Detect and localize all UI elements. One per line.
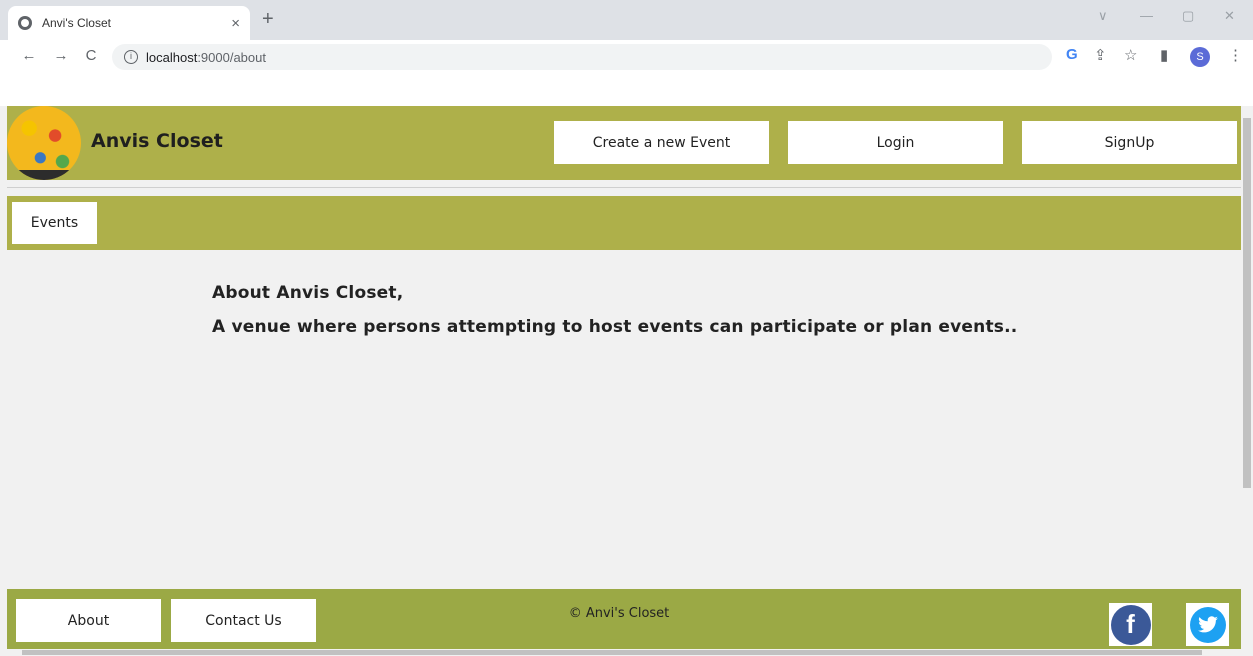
twitter-link[interactable]	[1186, 603, 1229, 646]
browser-tab[interactable]: Anvi's Closet ×	[8, 6, 250, 40]
brand-title[interactable]: Anvis Closet	[91, 130, 223, 152]
twitter-icon	[1189, 606, 1226, 643]
info-icon[interactable]: i	[124, 50, 138, 64]
horizontal-scrollbar[interactable]	[0, 649, 1253, 656]
about-content: About Anvis Closet, A venue where person…	[212, 283, 1212, 337]
vertical-scrollbar[interactable]	[1241, 106, 1253, 650]
facebook-icon: f	[1110, 604, 1151, 645]
back-icon[interactable]: ←	[18, 47, 40, 64]
signup-button[interactable]: SignUp	[1022, 121, 1237, 164]
sub-navigation: Events	[7, 196, 1241, 250]
new-tab-icon[interactable]: +	[262, 8, 274, 31]
url-path: :9000/about	[197, 49, 266, 65]
page-top-gap	[0, 74, 1253, 106]
copyright-text: © Anvi's Closet	[568, 606, 670, 621]
tab-title: Anvi's Closet	[42, 16, 111, 30]
horizontal-scroll-thumb[interactable]	[22, 650, 1202, 655]
about-heading: About Anvis Closet,	[212, 283, 404, 303]
site-footer: About Contact Us © Anvi's Closet f	[7, 589, 1241, 649]
bookmark-star-icon[interactable]: ☆	[1124, 46, 1137, 64]
minimize-icon[interactable]: —	[1140, 8, 1153, 23]
google-icon[interactable]: G	[1066, 46, 1078, 63]
address-bar[interactable]: i localhost:9000/about	[112, 44, 1052, 70]
twitter-bird-icon	[1197, 615, 1218, 632]
events-button[interactable]: Events	[12, 202, 97, 244]
vertical-scroll-thumb[interactable]	[1243, 118, 1251, 488]
menu-icon[interactable]: ⋮	[1228, 46, 1243, 64]
contact-us-button[interactable]: Contact Us	[171, 599, 316, 642]
site-header: Anvis Closet Create a new Event Login Si…	[7, 106, 1241, 180]
forward-icon[interactable]: →	[50, 47, 72, 64]
profile-avatar[interactable]: S	[1190, 47, 1210, 67]
create-event-button[interactable]: Create a new Event	[554, 121, 769, 164]
about-button[interactable]: About	[16, 599, 161, 642]
browser-tab-bar: Anvi's Closet × + ∨ — ▢ ✕	[0, 0, 1253, 40]
header-divider	[7, 187, 1241, 188]
side-panel-icon[interactable]: ▮	[1160, 46, 1168, 64]
facebook-link[interactable]: f	[1109, 603, 1152, 646]
url-host: localhost	[146, 49, 198, 65]
browser-toolbar: ← → C i localhost:9000/about G ⇪ ☆ ▮ S ⋮	[0, 40, 1253, 74]
close-window-icon[interactable]: ✕	[1224, 8, 1235, 24]
login-button[interactable]: Login	[788, 121, 1003, 164]
restore-icon[interactable]: ▢	[1182, 8, 1194, 24]
logo-image[interactable]	[7, 106, 81, 180]
tab-search-icon[interactable]: ∨	[1098, 8, 1108, 24]
share-icon[interactable]: ⇪	[1094, 46, 1107, 64]
about-description: A venue where persons attempting to host…	[212, 317, 1018, 337]
tab-close-icon[interactable]: ×	[231, 15, 240, 32]
logo-base	[7, 170, 81, 180]
globe-icon	[18, 16, 32, 30]
reload-icon[interactable]: C	[80, 47, 102, 64]
